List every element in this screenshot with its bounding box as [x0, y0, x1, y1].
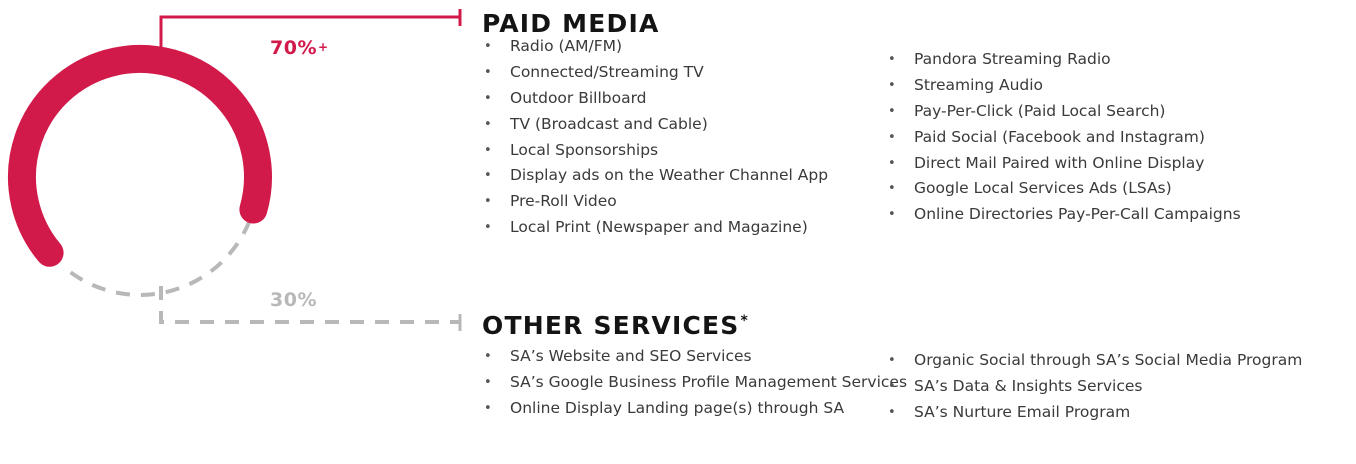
list-item-label: Streaming Audio [914, 75, 1044, 94]
list-item: • TV (Broadcast and Cable) [480, 114, 828, 142]
list-item-label: Paid Social (Facebook and Instagram) [914, 127, 1205, 146]
list-item-label: SA’s Nurture Email Program [914, 403, 1131, 421]
paid-media-heading: PAID MEDIA [482, 9, 660, 38]
bullet-icon: • [484, 39, 492, 54]
list-item-label: Outdoor Billboard [510, 88, 647, 107]
list-item-label: Local Print (Newspaper and Magazine) [510, 218, 808, 237]
list-item-label: Online Display Landing page(s) through S… [510, 399, 845, 417]
list-item-label: Direct Mail Paired with Online Display [914, 153, 1205, 172]
list-item: • Local Sponsorships [480, 140, 828, 168]
list-item-label: Pre-Roll Video [510, 192, 617, 211]
paid-media-segment [7, 44, 272, 267]
list-item: • Pre-Roll Video [480, 193, 828, 219]
list-item: • Pandora Streaming Radio [884, 51, 1241, 77]
bullet-icon: • [484, 401, 492, 416]
list-item-label: Local Sponsorships [510, 140, 659, 159]
paid-media-list-column-2: • Pandora Streaming Radio • Streaming Audio… [884, 51, 1241, 232]
bullet-icon: • [484, 90, 492, 106]
list-item-label: SA’s Data & Insights Services [914, 377, 1143, 395]
list-item: • Online Display Landing page(s) through … [480, 400, 907, 417]
list-item-label: SA’s Website and SEO Services [510, 347, 752, 365]
bullet-icon: • [484, 64, 492, 80]
bullet-icon: • [888, 379, 896, 394]
list-item: • Online Directories Pay-Per-Call Campaig… [884, 206, 1241, 232]
list-item: • SA’s Nurture Email Program [884, 404, 1302, 421]
bullet-icon: • [888, 207, 896, 223]
list-item: • Streaming Audio [884, 75, 1241, 103]
list-item: • SA’s Website and SEO Services [480, 348, 907, 365]
list-item: • Radio (AM/FM) [480, 38, 828, 64]
list-item: • Local Print (Newspaper and Magazine) [480, 219, 828, 245]
list-item: • Organic Social through SA’s Social Medi… [884, 352, 1302, 369]
list-item-label: Radio (AM/FM) [510, 37, 623, 55]
bullet-icon: • [484, 375, 492, 390]
list-item-label: SA’s Google Business Profile Management … [510, 373, 908, 391]
list-item: • Google Local Services Ads (LSAs) [884, 180, 1241, 206]
bullet-icon: • [484, 168, 492, 184]
list-item: • Connected/Streaming TV [480, 62, 828, 90]
other-services-list-column-1: • SA’s Website and SEO Services • SA’s Goog… [480, 348, 907, 426]
list-item-label: Display ads on the Weather Channel App [510, 166, 829, 185]
bullet-icon: • [484, 116, 492, 132]
bullet-icon: • [888, 129, 896, 145]
other-services-segment [62, 220, 252, 297]
list-item: • Pay-Per-Click (Paid Local Search) [884, 101, 1241, 129]
list-item: • Paid Social (Facebook and Instagram) [884, 127, 1241, 155]
list-item: • Outdoor Billboard [480, 88, 828, 116]
list-item: • SA’s Google Business Profile Management… [480, 374, 907, 391]
list-item-label: Organic Social through SA’s Social Media… [914, 351, 1303, 369]
list-item: • SA’s Data & Insights Services [884, 378, 1302, 395]
bullet-icon: • [888, 103, 896, 119]
other-services-heading: OTHER SERVICES* [482, 311, 750, 340]
bullet-icon: • [888, 77, 896, 93]
list-item: • Display ads on the Weather Channel App [480, 167, 828, 193]
list-item-label: Pay-Per-Click (Paid Local Search) [914, 101, 1166, 120]
bullet-icon: • [888, 405, 896, 420]
paid-media-percent: 70%+ [270, 37, 329, 59]
bullet-icon: • [484, 142, 492, 158]
list-item-label: Connected/Streaming TV [510, 62, 704, 81]
bullet-icon: • [888, 353, 896, 368]
bullet-icon: • [888, 181, 896, 197]
list-item-label: TV (Broadcast and Cable) [510, 114, 708, 133]
list-item: • Direct Mail Paired with Online Display [884, 153, 1241, 181]
list-item-label: Online Directories Pay-Per-Call Campaign… [914, 205, 1241, 224]
bullet-icon: • [484, 220, 492, 236]
bullet-icon: • [484, 194, 492, 210]
bullet-icon: • [888, 52, 896, 67]
bullet-icon: • [484, 349, 492, 364]
list-item-label: Pandora Streaming Radio [914, 50, 1111, 68]
other-services-percent: 30% [270, 289, 317, 311]
list-item-label: Google Local Services Ads (LSAs) [914, 179, 1172, 198]
bullet-icon: • [888, 155, 896, 171]
other-services-list-column-2: • Organic Social through SA’s Social Medi… [884, 352, 1302, 430]
paid-media-list-column-1: • Radio (AM/FM) • Connected/Streaming TV • Ou… [480, 38, 828, 245]
